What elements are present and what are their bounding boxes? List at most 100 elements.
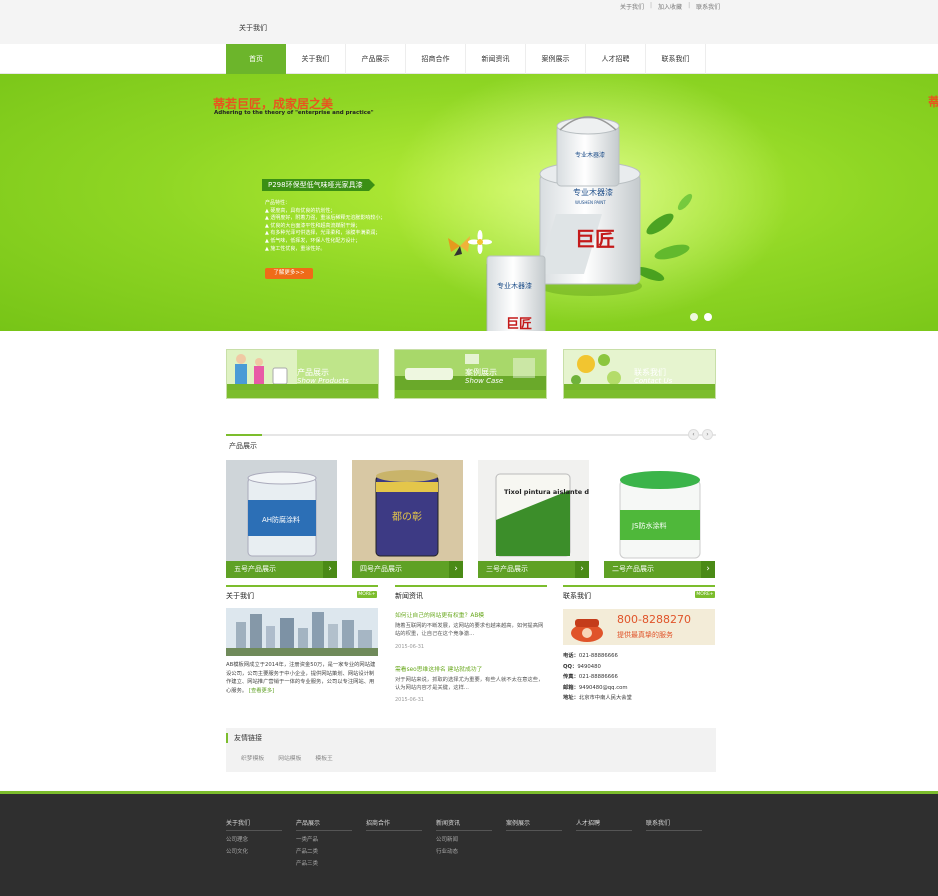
- product-card[interactable]: Tixol pintura aislante de manches 三号产品展示…: [478, 460, 589, 578]
- contact-banner-phone: 800-8288270: [617, 613, 691, 626]
- nav-item-jobs[interactable]: 人才招聘: [586, 44, 646, 74]
- friend-link[interactable]: 模板王: [315, 753, 332, 762]
- feature-box-contact[interactable]: 联系我们 Contact Us: [563, 349, 716, 399]
- product-card[interactable]: 都の彰 四号产品展示 ›: [352, 460, 463, 578]
- can-brand-square: 专业木器漆: [497, 281, 532, 290]
- telephone-icon: [571, 619, 603, 642]
- footer-link[interactable]: 产品二类: [296, 847, 366, 855]
- nav-item-cooperation[interactable]: 招商合作: [406, 44, 466, 74]
- feature-line: ▲ 低气味，低挥发，环保人性化配方设计；: [265, 237, 361, 244]
- feature-box-cases[interactable]: 案例展示 Show Case: [394, 349, 547, 399]
- can-label: AH防腐涂料: [262, 515, 300, 524]
- product-label: 五号产品展示: [226, 561, 337, 578]
- nav-item-news[interactable]: 新闻资讯: [466, 44, 526, 74]
- contact-key: 电话：: [563, 653, 579, 659]
- product-card[interactable]: JS防水涂料 二号产品展示 ›: [604, 460, 715, 578]
- footer-link[interactable]: 行业动态: [436, 847, 506, 855]
- friend-link[interactable]: 网站模板: [278, 753, 301, 762]
- products-next-button[interactable]: ›: [702, 429, 713, 440]
- news-item-body: 对于网站来说，抓取的选择尤为重要，有些人就不太在意这些，认为网站内容才是关键，这…: [395, 677, 544, 692]
- can-logo: 巨匠: [575, 227, 615, 251]
- top-link-about[interactable]: 关于我们: [620, 2, 644, 11]
- about-more-link[interactable]: [查看更多]: [249, 688, 274, 694]
- contact-line: 邮箱：9490480@qq.com: [563, 683, 632, 694]
- feature-box-subtitle: Show Case: [465, 377, 504, 385]
- can-brand-small: 专业木器漆: [575, 151, 605, 159]
- friend-links-title: 友情链接: [226, 733, 262, 743]
- footer-heading[interactable]: 案例展示: [506, 818, 562, 831]
- product-image: JS防水涂料: [604, 460, 715, 561]
- city-skyline-image: [226, 608, 378, 656]
- separator: |: [688, 2, 691, 9]
- header-line: [226, 585, 378, 587]
- product-card[interactable]: AH防腐涂料 五号产品展示 ›: [226, 460, 337, 578]
- can-logo-square: 巨匠: [506, 317, 532, 331]
- banner-features: 产品特性： ▲ 硬度高，具有优良的抗划性； ▲ 透明度好，附着力强，重涂后稀释无…: [265, 200, 385, 253]
- news-item-title[interactable]: 需看seo思维这排名 建站就成功了: [395, 664, 482, 673]
- top-link-contact[interactable]: 联系我们: [696, 2, 720, 11]
- contact-header: 联系我们: [563, 585, 715, 600]
- contact-line: 电话：021-88886666: [563, 651, 632, 662]
- footer-link[interactable]: 公司新闻: [436, 835, 506, 843]
- feature-box-products[interactable]: 产品展示 Show Products: [226, 349, 379, 399]
- can-brand-en: WUSHEN PAINT: [575, 200, 606, 205]
- footer-heading[interactable]: 招商合作: [366, 818, 422, 831]
- footer-column: 案例展示: [506, 818, 576, 831]
- footer-heading[interactable]: 新闻资讯: [436, 818, 492, 831]
- footer-heading[interactable]: 关于我们: [226, 818, 282, 831]
- top-links: 关于我们 | 加入收藏 | 联系我们: [620, 2, 720, 11]
- features-title: 产品特性：: [265, 200, 291, 206]
- footer-link[interactable]: 一类产品: [296, 835, 366, 843]
- news-item-date: 2015-06-31: [395, 697, 425, 703]
- feature-box-subtitle: Show Products: [297, 377, 349, 385]
- news-item-title[interactable]: 如何让自己的网站更有权重？AB模: [395, 610, 484, 619]
- product-arrow-icon[interactable]: ›: [575, 561, 589, 578]
- footer-heading[interactable]: 人才招聘: [576, 818, 632, 831]
- footer-column: 新闻资讯 公司新闻 行业动态: [436, 818, 506, 855]
- products-section-title: 产品展示: [229, 442, 257, 450]
- products-prev-button[interactable]: ‹: [688, 429, 699, 440]
- contact-banner-slogan: 提供最真挚的服务: [617, 631, 673, 639]
- feature-box-bar: [227, 390, 378, 398]
- slide-dot-1[interactable]: [690, 313, 698, 321]
- contact-line: 地址：北京市中南人民大会堂: [563, 693, 632, 704]
- footer-link[interactable]: 公司理念: [226, 835, 296, 843]
- nav-item-about[interactable]: 关于我们: [286, 44, 346, 74]
- contact-value: 北京市中南人民大会堂: [578, 695, 632, 701]
- nav-item-products[interactable]: 产品展示: [346, 44, 406, 74]
- products-section-line: [226, 434, 716, 436]
- footer-heading[interactable]: 联系我们: [646, 818, 702, 831]
- contact-key: QQ：: [563, 663, 578, 670]
- can-brand: 专业木器漆: [573, 187, 613, 197]
- hero-banner[interactable]: 巨匠 专业木器漆 WUSHEN PAINT 专业木器漆 专业木器漆 巨匠 蒂若巨…: [0, 74, 938, 331]
- product-label: 四号产品展示: [352, 561, 463, 578]
- contact-key: 地址：: [563, 695, 579, 701]
- banner-slogan-en: Adhering to the theory of "enterprise an…: [214, 110, 374, 116]
- product-arrow-icon[interactable]: ›: [701, 561, 715, 578]
- nav-item-cases[interactable]: 案例展示: [526, 44, 586, 74]
- footer-link[interactable]: 产品三类: [296, 859, 366, 867]
- footer-link[interactable]: 公司文化: [226, 847, 296, 855]
- friend-link[interactable]: 织梦模板: [241, 753, 264, 762]
- banner-more-button[interactable]: 了解更多>>: [265, 268, 313, 279]
- nav-item-contact[interactable]: 联系我们: [646, 44, 706, 74]
- contact-title: 联系我们: [563, 592, 591, 600]
- slide-dot-2[interactable]: [704, 313, 712, 321]
- footer-heading[interactable]: 产品展示: [296, 818, 352, 831]
- top-link-favorite[interactable]: 加入收藏: [658, 2, 682, 11]
- slogan-next-slide: 蒂若巨匠，成家居之美: [928, 94, 938, 109]
- product-arrow-icon[interactable]: ›: [323, 561, 337, 578]
- logo[interactable]: 关于我们: [239, 23, 267, 33]
- product-arrow-icon[interactable]: ›: [449, 561, 463, 578]
- friend-links-box: [226, 728, 716, 772]
- nav-item-home[interactable]: 首页: [226, 44, 286, 74]
- feature-box-bar: [564, 390, 715, 398]
- feature-line: ▲ 施工性优良，重涂性好。: [265, 245, 326, 252]
- contact-value: 021-88886666: [578, 674, 618, 680]
- feature-line: ▲ 透明度好，附着力强，重涂后稀释无溶胀影响较小；: [265, 215, 386, 222]
- product-label: 三号产品展示: [478, 561, 589, 578]
- feature-box-bar: [395, 390, 546, 398]
- contact-more-button[interactable]: MORE+: [695, 591, 715, 598]
- separator: |: [650, 2, 653, 9]
- about-more-button[interactable]: MORE+: [357, 591, 377, 598]
